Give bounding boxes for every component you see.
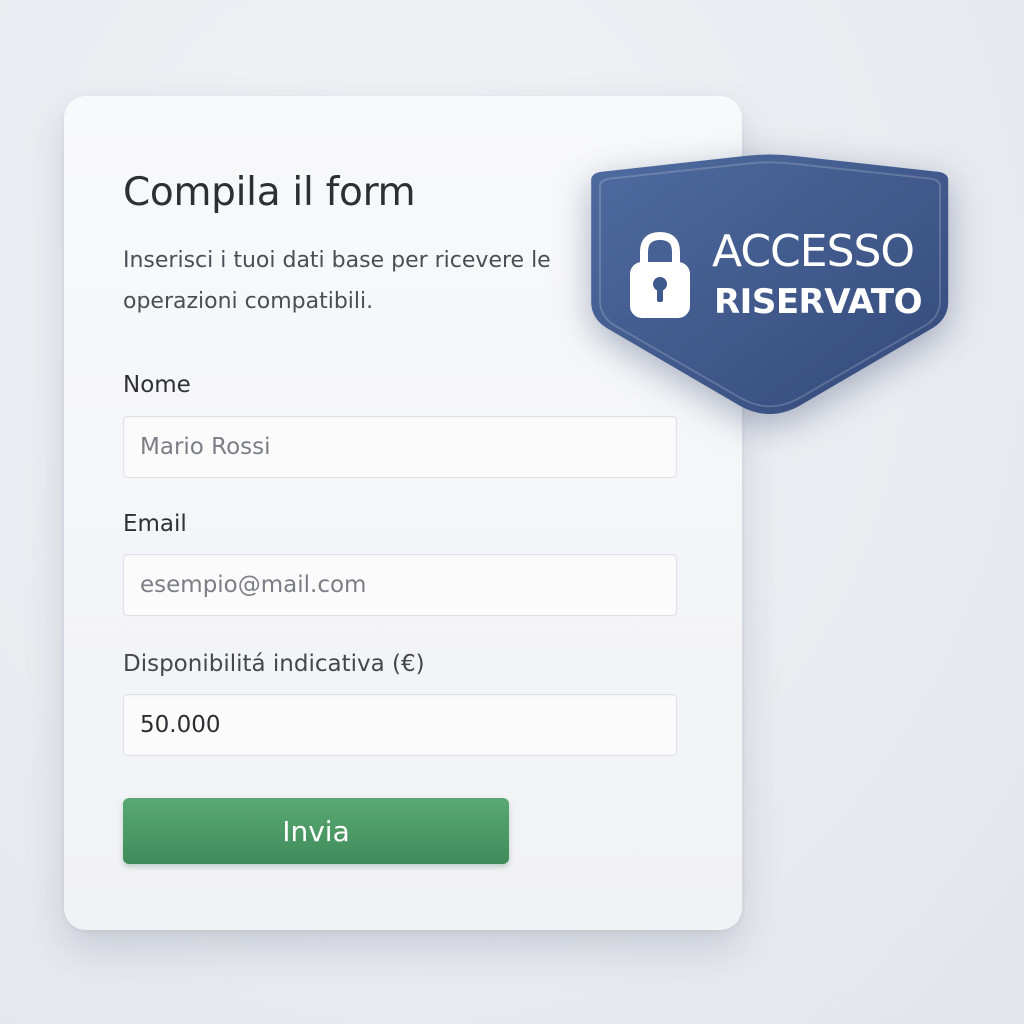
- form-title: Compila il form: [123, 170, 416, 215]
- email-input[interactable]: [123, 554, 677, 616]
- email-label: Email: [123, 511, 187, 537]
- badge-line-1: ACCESSO: [712, 226, 915, 277]
- badge-line-2: RISERVATO: [714, 282, 923, 322]
- availability-label: Disponibilitá indicativa (€): [123, 651, 425, 677]
- name-label: Nome: [123, 372, 191, 398]
- availability-input[interactable]: [123, 694, 677, 756]
- form-subtitle: Inserisci i tuoi dati base per ricevere …: [123, 248, 551, 314]
- name-input[interactable]: [123, 416, 677, 478]
- submit-button[interactable]: Invia: [123, 798, 509, 864]
- reserved-access-badge: ACCESSO RISERVATO: [584, 152, 972, 418]
